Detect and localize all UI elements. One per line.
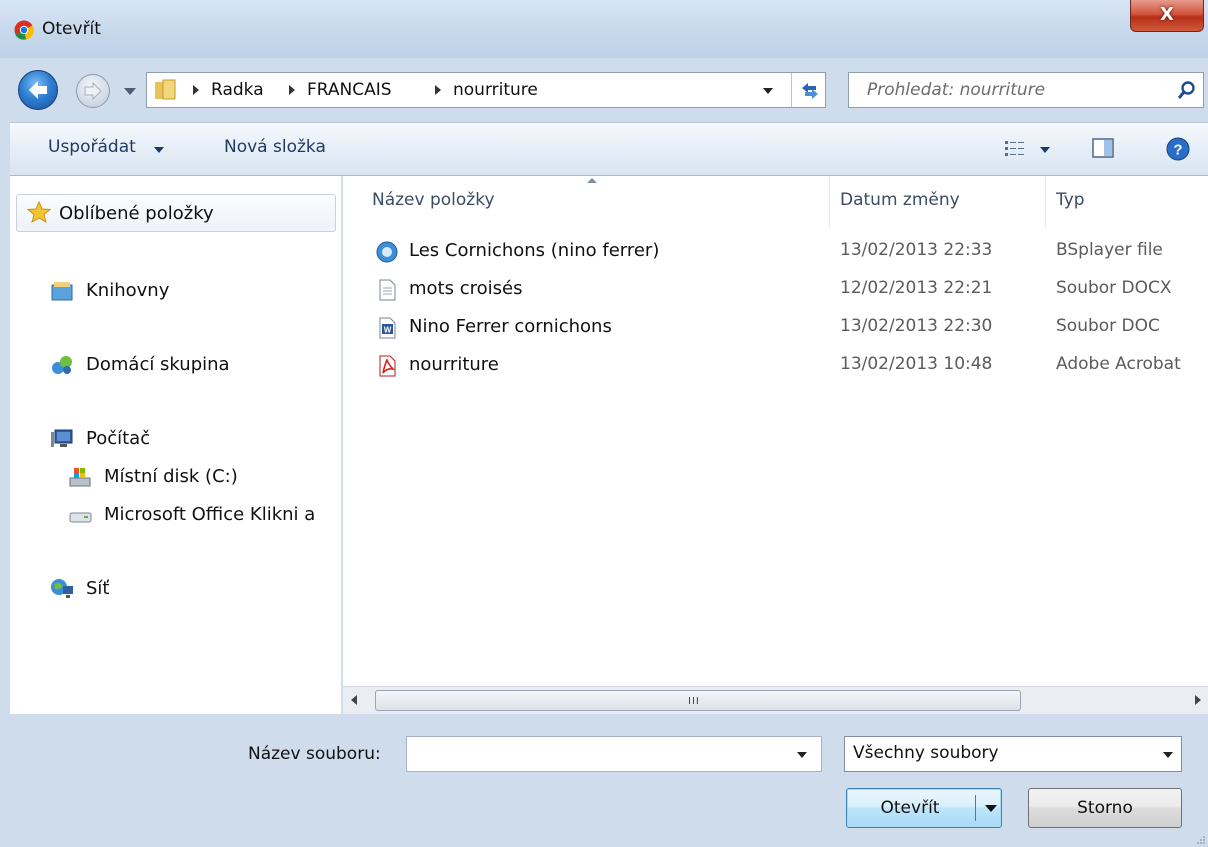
computer-icon [51,429,73,447]
organize-button[interactable]: Uspořádat [48,137,136,157]
search-icon[interactable] [1177,80,1197,100]
nav-item-homegroup[interactable]: Domácí skupina [86,354,230,375]
filename-label: Název souboru: [248,744,381,764]
new-folder-button[interactable]: Nová složka [224,137,326,157]
svg-text:?: ? [1173,142,1182,159]
file-date: 13/02/2013 22:33 [840,240,993,260]
view-options-icon[interactable] [1004,139,1026,157]
file-row[interactable]: nourriture 13/02/2013 10:48 Adobe Acroba… [343,348,1208,384]
svg-text:W: W [384,326,392,335]
document-icon [379,279,396,301]
word-icon: W [379,317,396,339]
file-date: 13/02/2013 10:48 [840,354,993,374]
open-file-dialog: Otevřít X Radka FRANCAIS nourriture Proh… [0,0,1208,847]
cancel-button[interactable]: Storno [1028,788,1182,828]
breadcrumb-francais[interactable]: FRANCAIS [307,80,392,100]
scrollbar-grip: III [688,696,700,707]
address-dropdown-icon[interactable] [763,88,773,94]
back-arrow-icon [29,81,47,99]
file-name: Nino Ferrer cornichons [409,316,612,337]
file-type: Soubor DOCX [1056,278,1172,298]
close-button[interactable]: X [1130,0,1204,32]
file-row[interactable]: W Nino Ferrer cornichons 13/02/2013 22:3… [343,310,1208,346]
window-title: Otevřít [42,19,101,39]
column-header-type[interactable]: Typ [1056,190,1085,210]
horizontal-scrollbar[interactable]: III [343,686,1208,714]
file-date: 13/02/2013 22:30 [840,316,993,336]
file-row[interactable]: mots croisés 12/02/2013 22:21 Soubor DOC… [343,272,1208,308]
libraries-icon [51,282,73,301]
breadcrumb-arrow-icon [193,85,199,95]
breadcrumb-arrow-icon [435,85,441,95]
folder-icon [155,79,176,100]
column-header-date[interactable]: Datum změny [840,190,960,210]
command-bar: Uspořádat Nová složka ? [10,122,1208,176]
open-options-chevron-icon[interactable] [985,805,997,812]
preview-pane-icon[interactable] [1090,135,1116,161]
open-button-label: Otevřít [880,798,940,818]
bsplayer-icon [376,241,398,263]
address-separator [791,73,792,107]
file-type-value: Všechny soubory [853,743,999,763]
scroll-right-icon[interactable] [1195,695,1201,705]
view-chevron-down-icon[interactable] [1040,147,1050,153]
back-button[interactable] [18,70,58,110]
nav-item-computer[interactable]: Počítač [86,428,150,449]
recent-pages-icon[interactable] [120,82,140,100]
nav-item-favorites[interactable]: Oblíbené položky [16,194,336,232]
star-icon [27,201,51,223]
file-name: mots croisés [409,278,523,299]
pdf-icon [379,355,396,377]
filename-dropdown-icon[interactable] [797,752,807,758]
file-type: Adobe Acrobat [1056,354,1181,374]
file-type: BSplayer file [1056,240,1163,260]
breadcrumb-arrow-icon [289,85,295,95]
forward-arrow-icon [84,81,102,101]
breadcrumb-nourriture[interactable]: nourriture [453,80,538,100]
sort-ascending-icon [587,178,597,183]
open-button[interactable]: Otevřít [846,788,1002,828]
file-name: Les Cornichons (nino ferrer) [409,240,660,261]
forward-button[interactable] [76,74,110,108]
network-icon [51,579,73,598]
search-input[interactable]: Prohledat: nourriture [848,72,1204,108]
nav-item-network[interactable]: Síť [86,578,109,599]
nav-item-libraries[interactable]: Knihovny [86,280,169,301]
column-header-name[interactable]: Název položky [372,190,495,210]
column-separator[interactable] [829,176,830,228]
chrome-icon [14,20,34,40]
homegroup-icon [52,356,72,374]
file-type: Soubor DOC [1056,316,1160,336]
file-date: 12/02/2013 22:21 [840,278,993,298]
file-row[interactable]: Les Cornichons (nino ferrer) 13/02/2013 … [343,234,1208,270]
nav-label-favorites: Oblíbené položky [59,203,214,224]
title-bar: Otevřít X [0,0,1208,58]
local-disk-icon [69,468,91,487]
chevron-down-icon [1163,752,1173,758]
resize-grip-icon[interactable] [1196,835,1206,845]
scrollbar-thumb[interactable]: III [375,690,1021,711]
refresh-icon[interactable] [799,79,821,101]
chevron-down-icon [154,147,164,153]
filename-input[interactable] [406,736,822,772]
search-placeholder: Prohledat: nourriture [867,80,1046,100]
open-split-divider [975,795,976,821]
help-icon[interactable]: ? [1166,137,1190,161]
nav-item-local-disk[interactable]: Místní disk (C:) [104,466,238,487]
address-bar[interactable]: Radka FRANCAIS nourriture [146,72,826,108]
nav-item-office-drive[interactable]: Microsoft Office Klikni a [104,504,315,525]
file-type-select[interactable]: Všechny soubory [844,736,1182,772]
file-name: nourriture [409,354,499,375]
navigation-pane: Oblíbené položky Knihovny Domácí skupina… [10,176,342,714]
column-separator[interactable] [1045,176,1046,228]
drive-icon [69,512,92,523]
breadcrumb-radka[interactable]: Radka [211,80,264,100]
file-list: Název položky Datum změny Typ Les Cornic… [343,176,1208,686]
scroll-left-icon[interactable] [351,695,357,705]
